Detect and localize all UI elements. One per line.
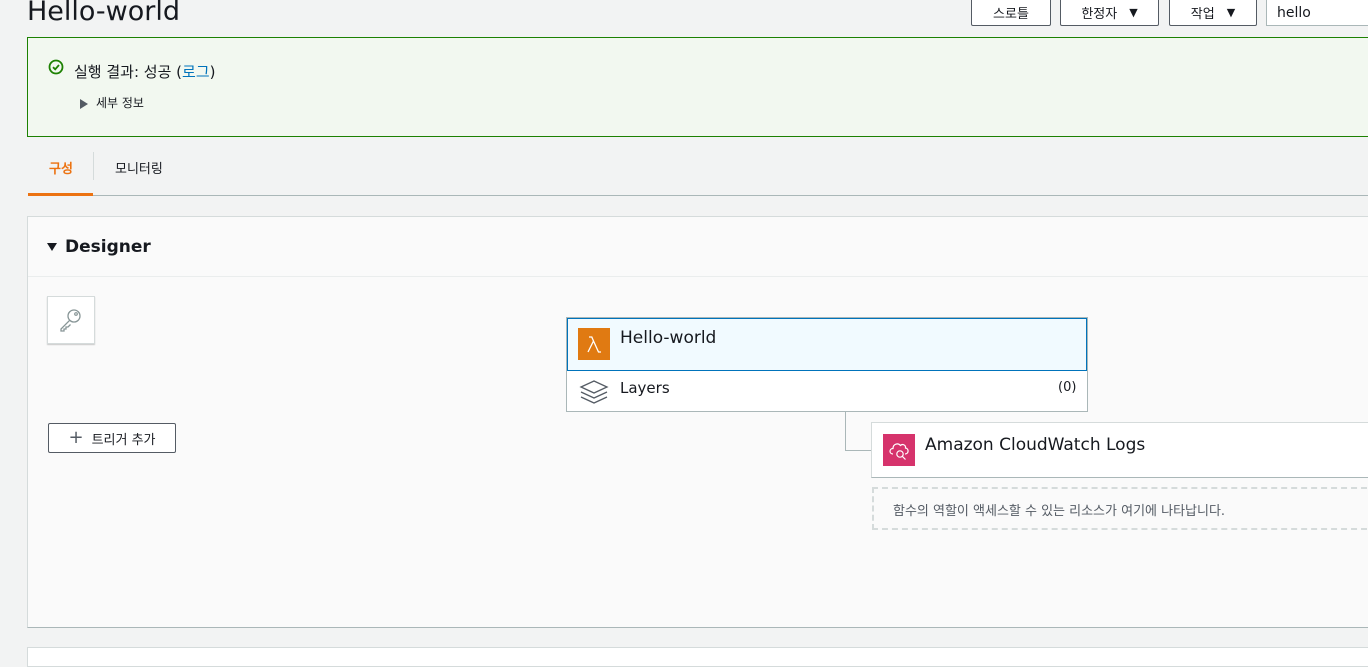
- tab-configuration[interactable]: 구성: [49, 158, 73, 177]
- qualifiers-button[interactable]: 한정자 ▼: [1060, 0, 1159, 26]
- test-event-select[interactable]: hello: [1266, 0, 1368, 26]
- designer-title: Designer: [65, 237, 151, 257]
- permissions-key-button[interactable]: [47, 296, 95, 344]
- throttle-label: 스로틀: [993, 6, 1029, 22]
- designer-header-divider: [28, 276, 1368, 277]
- plus-icon: +: [68, 427, 84, 448]
- actions-button[interactable]: 작업 ▼: [1169, 0, 1257, 26]
- throttle-button[interactable]: 스로틀: [971, 0, 1051, 26]
- tab-divider: [93, 152, 94, 180]
- details-label: 세부 정보: [96, 96, 144, 110]
- next-panel: [27, 647, 1368, 667]
- designer-toggle[interactable]: Designer: [47, 237, 151, 257]
- connector-line: [845, 412, 846, 451]
- cloudwatch-logs-icon: [883, 434, 915, 466]
- layers-icon: [578, 376, 610, 406]
- caret-down-icon: ▼: [1226, 5, 1236, 19]
- active-tab-indicator: [28, 193, 93, 196]
- layers-count: (0): [1058, 380, 1077, 395]
- add-trigger-button[interactable]: + 트리거 추가: [48, 423, 176, 453]
- result-prefix: 실행 결과: 성공 (: [74, 63, 183, 81]
- resources-hint: 함수의 역할이 액세스할 수 있는 리소스가 여기에 나타납니다.: [893, 504, 1226, 519]
- execution-result-banner: [27, 37, 1368, 137]
- lambda-icon: [578, 328, 610, 360]
- success-check-icon: [48, 59, 64, 75]
- result-suffix: ): [209, 63, 216, 81]
- caret-down-icon: ▼: [1129, 5, 1138, 19]
- tab-monitoring[interactable]: 모니터링: [115, 158, 163, 177]
- function-name: Hello-world: [620, 328, 717, 348]
- add-trigger-label: 트리거 추가: [91, 432, 156, 448]
- log-link[interactable]: 로그: [182, 63, 210, 81]
- execution-result-text: 실행 결과: 성공 (로그): [74, 61, 215, 82]
- caret-down-icon: [47, 243, 57, 251]
- details-toggle[interactable]: 세부 정보: [80, 94, 144, 111]
- layers-label[interactable]: Layers: [620, 379, 670, 397]
- tabs-baseline: [28, 195, 1368, 196]
- actions-label: 작업: [1190, 6, 1215, 22]
- qualifiers-label: 한정자: [1081, 6, 1118, 22]
- key-icon: [60, 309, 81, 332]
- destination-label: Amazon CloudWatch Logs: [925, 435, 1146, 455]
- page-title: Hello-world: [27, 0, 181, 27]
- connector-line: [845, 450, 872, 451]
- caret-right-icon: [80, 98, 88, 109]
